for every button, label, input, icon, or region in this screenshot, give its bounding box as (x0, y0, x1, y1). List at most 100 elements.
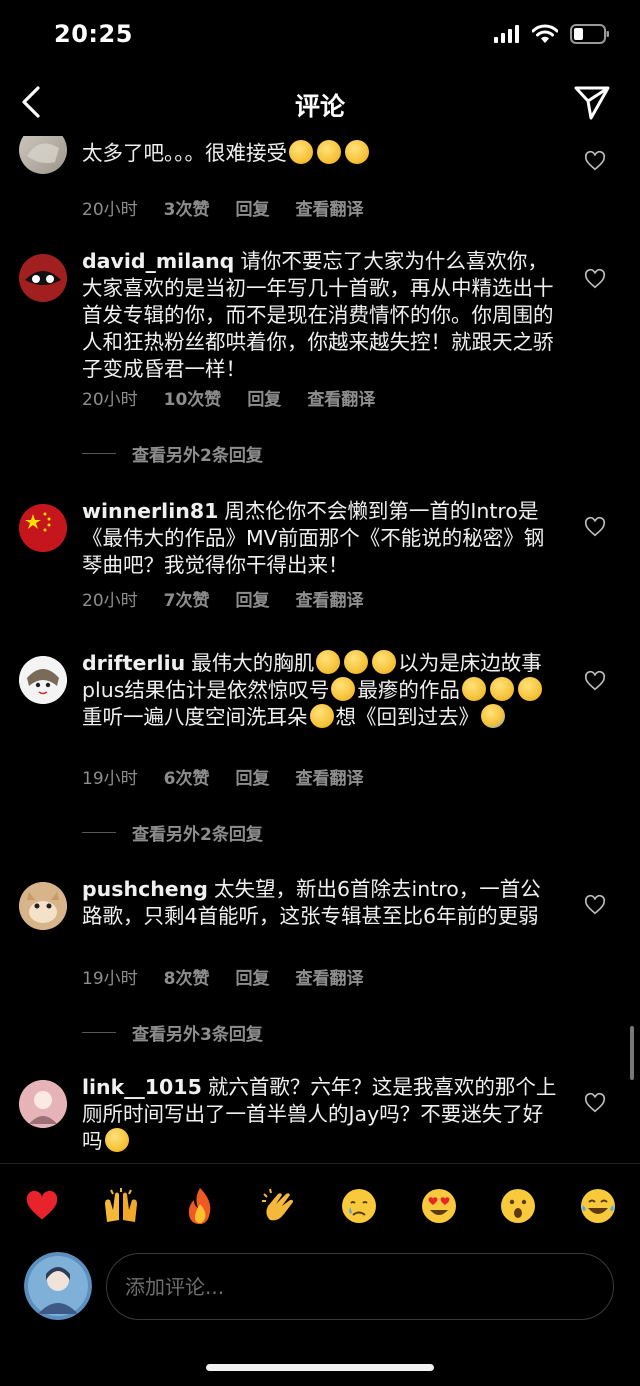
heart-icon[interactable] (584, 894, 606, 916)
wifi-icon (532, 24, 558, 43)
avatar[interactable] (19, 882, 67, 930)
sweat-smile-icon (517, 677, 542, 701)
paper-plane-icon[interactable] (572, 82, 612, 122)
comment-likes[interactable]: 3次赞 (164, 195, 210, 220)
comment-time: 20小时 (82, 390, 138, 410)
view-replies-label[interactable]: 查看另外3条回复 (132, 1020, 263, 1045)
comment-content-part: 想《回到过去》 (335, 705, 480, 729)
page-title: 评论 (294, 92, 345, 121)
comments-list[interactable]: sunb0070这首歌很喜欢。。。但是新专辑里老歌也太多了吧。。。很难接受 20… (0, 136, 640, 1163)
avatar[interactable] (19, 1080, 67, 1128)
comment-time: 20小时 (82, 591, 138, 611)
divider (0, 1163, 640, 1164)
comment-time: 19小时 (82, 769, 138, 789)
red-heart-icon[interactable] (20, 1184, 64, 1228)
translate-button[interactable]: 查看翻译 (295, 195, 363, 220)
reply-divider (82, 832, 116, 833)
comment-likes[interactable]: 10次赞 (164, 385, 222, 410)
comment-username[interactable]: link__1015 (82, 1075, 202, 1099)
heart-icon[interactable] (584, 670, 606, 692)
home-indicator (206, 1364, 434, 1371)
sweat-smile-icon (316, 650, 341, 674)
raising-hands-icon[interactable] (99, 1184, 143, 1228)
reply-button[interactable]: 回复 (247, 385, 281, 410)
comment-text: pushcheng 太失望，新出6首除去intro，一首公路歌，只剩4首能听，这张… (82, 876, 560, 930)
heart-icon[interactable] (584, 268, 606, 290)
comment-meta: 20小时 10次赞 回复 查看翻译 (82, 385, 401, 410)
clapping-hands-icon[interactable] (258, 1184, 302, 1228)
view-replies-label[interactable]: 查看另外2条回复 (132, 820, 263, 845)
surprised-face-icon[interactable] (496, 1184, 540, 1228)
crying-face-icon (345, 140, 369, 164)
comment-composer (0, 1248, 640, 1328)
comment-likes[interactable]: 6次赞 (164, 764, 210, 789)
comment-text: link__1015 就六首歌？六年？这是我喜欢的那个上厕所时间写出了一首半兽人的… (82, 1074, 560, 1155)
comment-text: winnerlin81 周杰伦你不会懒到第一首的Intro是《最伟大的作品》MV前… (82, 498, 560, 579)
comment-text: david_milanq 请你不要忘了大家为什么喜欢你，大家喜欢的是当初一年写几十… (82, 248, 560, 383)
translate-button[interactable]: 查看翻译 (295, 764, 363, 789)
avatar[interactable] (19, 656, 67, 704)
avatar[interactable] (19, 504, 67, 552)
sweat-smile-icon (372, 650, 397, 674)
comment-username[interactable]: winnerlin81 (82, 499, 218, 523)
battery-icon (570, 24, 609, 44)
comment-time: 20小时 (82, 200, 138, 220)
translate-button[interactable]: 查看翻译 (295, 964, 363, 989)
reply-divider (82, 453, 116, 454)
comment-text: drifterliu 最伟大的胸肌 以为是床边故事plus结果估计是依然惊叹号 最瘆的… (82, 650, 560, 731)
comment-meta: 20小时 7次赞 回复 查看翻译 (82, 586, 389, 611)
comment-username[interactable]: sunb0070 (82, 136, 195, 138)
view-replies-label[interactable]: 查看另外2条回复 (132, 441, 263, 466)
translate-button[interactable]: 查看翻译 (307, 385, 375, 410)
reply-button[interactable]: 回复 (235, 586, 269, 611)
translate-button[interactable]: 查看翻译 (295, 586, 363, 611)
comment-meta: 20小时 3次赞 回复 查看翻译 (82, 195, 389, 220)
comment-content-part: 最伟大的胸肌 (191, 651, 315, 675)
comment-likes[interactable]: 8次赞 (164, 964, 210, 989)
tears-of-joy-face-icon[interactable] (576, 1184, 620, 1228)
comment-content-part: 最瘆的作品 (357, 678, 460, 702)
reply-button[interactable]: 回复 (235, 764, 269, 789)
fire-icon[interactable] (178, 1184, 222, 1228)
user-avatar[interactable] (24, 1252, 92, 1320)
nav-header: 评论 (0, 70, 640, 136)
crying-face-icon (317, 140, 341, 164)
comment-username[interactable]: david_milanq (82, 249, 234, 273)
comment-username[interactable]: pushcheng (82, 877, 208, 901)
comment-input[interactable] (106, 1253, 614, 1320)
avatar[interactable] (19, 136, 67, 174)
crying-face-icon[interactable] (337, 1184, 381, 1228)
comment-content: 这首歌很喜欢。。。但是新专辑里老歌也太多了吧。。。很难接受 (82, 136, 550, 165)
sweat-smile-icon (489, 677, 514, 701)
quick-reaction-bar (0, 1176, 640, 1238)
comment-likes[interactable]: 7次赞 (164, 586, 210, 611)
status-icons (494, 24, 610, 44)
view-more-replies[interactable]: 查看另外3条回复 (82, 1020, 263, 1045)
view-more-replies[interactable]: 查看另外2条回复 (82, 820, 263, 845)
reply-button[interactable]: 回复 (235, 964, 269, 989)
comment-content-part: 重听一遍八度空间洗耳朵 (82, 705, 308, 729)
sweat-smile-icon (344, 650, 369, 674)
crying-face-icon (104, 1128, 129, 1152)
sweat-smile-icon (461, 677, 486, 701)
cellular-signal-icon (494, 25, 519, 43)
comment-meta: 19小时 8次赞 回复 查看翻译 (82, 964, 389, 989)
heart-icon[interactable] (584, 516, 606, 538)
scrollbar[interactable] (630, 1026, 634, 1080)
comment-meta: 19小时 6次赞 回复 查看翻译 (82, 764, 389, 789)
avatar[interactable] (19, 254, 67, 302)
status-time: 20:25 (54, 20, 133, 48)
comment-username[interactable]: drifterliu (82, 651, 185, 675)
heart-eyes-face-icon[interactable] (417, 1184, 461, 1228)
sweat-smile-icon (309, 704, 334, 728)
heart-icon[interactable] (584, 1092, 606, 1114)
reply-button[interactable]: 回复 (235, 195, 269, 220)
loudly-crying-icon (481, 704, 505, 728)
heart-icon[interactable] (584, 150, 606, 172)
comment-time: 19小时 (82, 969, 138, 989)
sweat-smile-icon (331, 677, 356, 701)
status-bar: 20:25 (0, 0, 640, 70)
reply-divider (82, 1032, 116, 1033)
comment-text: sunb0070这首歌很喜欢。。。但是新专辑里老歌也太多了吧。。。很难接受 (82, 136, 560, 167)
view-more-replies[interactable]: 查看另外2条回复 (82, 441, 263, 466)
